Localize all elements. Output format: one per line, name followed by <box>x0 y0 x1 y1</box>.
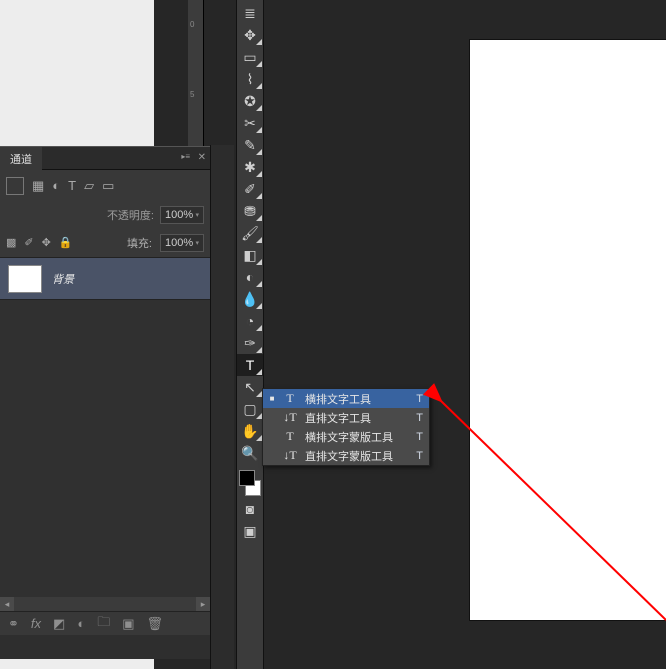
shape-tool[interactable]: ▢ <box>237 398 263 420</box>
tab-channels[interactable]: 通道 <box>0 147 42 171</box>
quickmask-toggle[interactable]: ◙ <box>237 498 263 520</box>
toolbar-grip-icon[interactable]: ≣ <box>237 2 263 24</box>
marquee-tool[interactable]: ▭ <box>237 46 263 68</box>
move-tool[interactable]: ✥ <box>237 24 263 46</box>
layer-row-background[interactable]: 背景 <box>0 258 210 300</box>
brush-tool[interactable]: ✐ <box>237 178 263 200</box>
ruler-tick: 0 <box>190 20 194 29</box>
flyout-label: 横排文字工具 <box>305 391 408 407</box>
foreground-color-swatch[interactable] <box>239 470 255 486</box>
flyout-horizontal-type-tool[interactable]: ■ T 横排文字工具 T <box>263 389 429 408</box>
flyout-label: 直排文字工具 <box>305 410 408 426</box>
mask-icon[interactable]: ◩ <box>53 616 65 632</box>
type-tool[interactable]: T <box>237 354 263 376</box>
type-icon[interactable]: T <box>68 178 76 193</box>
clone-stamp-tool[interactable]: ⛃ <box>237 200 263 222</box>
panel-scrollbar[interactable]: ◂ ▸ <box>0 597 210 611</box>
pen-tool[interactable]: ✑ <box>237 332 263 354</box>
flyout-label: 横排文字蒙版工具 <box>305 429 408 445</box>
crop-tool[interactable]: ✂ <box>237 112 263 134</box>
scroll-right-icon[interactable]: ▸ <box>196 597 210 611</box>
blur-tool[interactable]: 💧 <box>237 288 263 310</box>
panel-dock-strip <box>210 145 234 669</box>
vertical-type-mask-icon: ↓T <box>283 448 297 463</box>
scroll-track[interactable] <box>14 597 196 611</box>
lock-transparent-icon[interactable]: ▩ <box>6 236 16 249</box>
panel-menu-icon[interactable]: ▸≡ <box>181 152 190 161</box>
trash-icon[interactable]: 🗑 <box>147 616 164 632</box>
panel-tab-bar: 通道 ▸≡ ✕ <box>0 146 210 170</box>
flyout-shortcut: T <box>416 450 423 462</box>
hand-tool[interactable]: ✋ <box>237 420 263 442</box>
close-icon[interactable]: ✕ <box>198 152 206 163</box>
fill-label: 填充: <box>127 235 152 251</box>
status-strip <box>0 635 210 659</box>
image-icon[interactable]: ▦ <box>32 178 44 194</box>
panel-options-row-1: ▦ ◐ T ▱ ▭ <box>0 170 210 202</box>
fill-input[interactable]: 100%▾ <box>160 234 204 252</box>
layer-thumbnail <box>8 265 42 293</box>
vertical-type-icon: ↓T <box>283 410 297 425</box>
flyout-horizontal-type-mask-tool[interactable]: T 横排文字蒙版工具 T <box>263 427 429 446</box>
new-layer-icon[interactable]: ▣ <box>122 616 134 632</box>
panel-options-row-3: ▩ ✐ ✥ 🔒 填充: 100%▾ <box>0 228 210 258</box>
lock-icon[interactable]: 🔒 <box>59 236 73 249</box>
blend-swatch[interactable] <box>6 177 24 195</box>
opacity-input[interactable]: 100%▾ <box>160 206 204 224</box>
layers-panel-footer: ⚭ fx ◩ ◐ 🗀 ▣ 🗑 <box>0 611 210 635</box>
layer-name: 背景 <box>52 271 74 287</box>
dodge-tool[interactable]: ◔ <box>237 310 263 332</box>
link-icon[interactable]: ⚭ <box>8 616 19 632</box>
lasso-tool[interactable]: ⌇ <box>237 68 263 90</box>
horizontal-type-icon: T <box>283 391 297 406</box>
group-icon[interactable]: 🗀 <box>97 613 110 635</box>
path-selection-tool[interactable]: ↖ <box>237 376 263 398</box>
ruler-tick: 5 <box>190 90 194 99</box>
scroll-left-icon[interactable]: ◂ <box>0 597 14 611</box>
horizontal-type-mask-icon: T <box>283 429 297 444</box>
history-brush-tool[interactable]: 🖌 <box>237 222 263 244</box>
quick-select-tool[interactable]: ✪ <box>237 90 263 112</box>
opacity-label: 不透明度: <box>107 207 154 223</box>
flyout-shortcut: T <box>416 393 423 405</box>
transform-icon[interactable]: ▱ <box>84 178 94 194</box>
eyedropper-tool[interactable]: ✎ <box>237 134 263 156</box>
adjust-icon[interactable]: ◐ <box>52 178 60 193</box>
fx-icon[interactable]: fx <box>31 616 41 631</box>
panel-options-row-2: 不透明度: 100%▾ <box>0 200 210 230</box>
document-window[interactable] <box>470 40 666 620</box>
color-swatches[interactable] <box>237 468 263 498</box>
screenmode-toggle[interactable]: ▣ <box>237 520 263 542</box>
lock-move-icon[interactable]: ✥ <box>42 236 51 249</box>
tools-toolbar: ≣ ✥ ▭ ⌇ ✪ ✂ ✎ ✱ ✐ ⛃ 🖌 ◧ ◐ 💧 ◔ ✑ T ↖ ▢ ✋ … <box>236 0 264 669</box>
eraser-tool[interactable]: ◧ <box>237 244 263 266</box>
type-tool-flyout: ■ T 横排文字工具 T ↓T 直排文字工具 T T 横排文字蒙版工具 T ↓T… <box>262 388 430 466</box>
flyout-shortcut: T <box>416 412 423 424</box>
checkmark-icon: ■ <box>269 394 275 403</box>
zoom-tool[interactable]: 🔍 <box>237 442 263 464</box>
healing-brush-tool[interactable]: ✱ <box>237 156 263 178</box>
panel-body <box>0 300 210 599</box>
flyout-vertical-type-mask-tool[interactable]: ↓T 直排文字蒙版工具 T <box>263 446 429 465</box>
flyout-shortcut: T <box>416 431 423 443</box>
artboard-icon[interactable]: ▭ <box>102 178 114 194</box>
gradient-tool[interactable]: ◐ <box>237 266 263 288</box>
flyout-label: 直排文字蒙版工具 <box>305 448 408 464</box>
adjustment-icon[interactable]: ◐ <box>77 616 85 631</box>
lock-paint-icon[interactable]: ✐ <box>24 236 33 249</box>
flyout-vertical-type-tool[interactable]: ↓T 直排文字工具 T <box>263 408 429 427</box>
